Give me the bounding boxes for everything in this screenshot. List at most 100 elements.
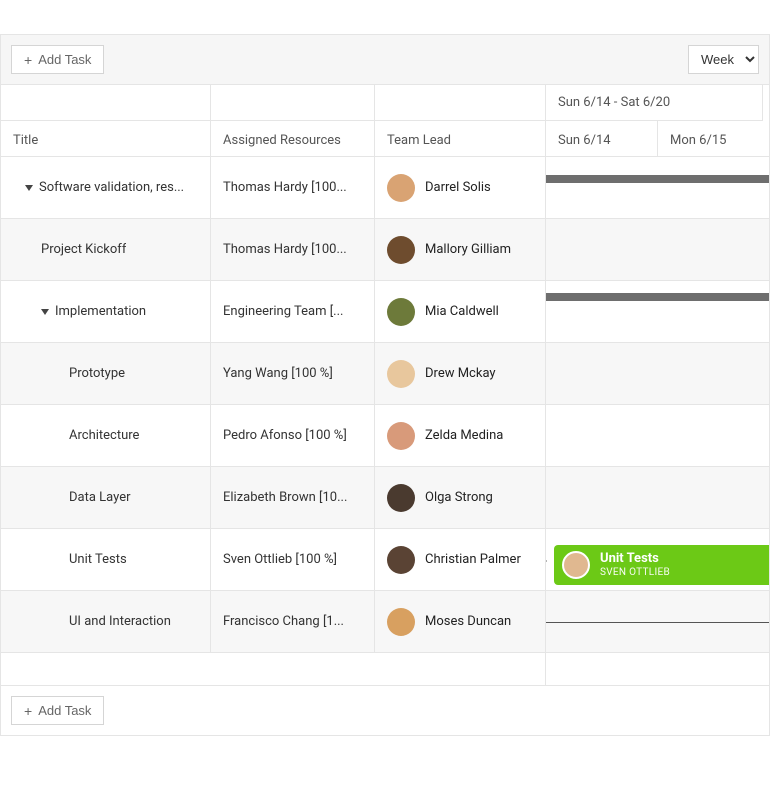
assigned-text: Elizabeth Brown [10... — [223, 490, 347, 505]
plus-icon: + — [24, 704, 32, 718]
table-row[interactable]: Software validation, res... Thomas Hardy … — [1, 157, 545, 219]
timeline-range: Sun 6/14 - Sat 6/20 — [546, 85, 763, 121]
timeline-row[interactable]: Unit TestsSVEN OTTLIEB — [546, 529, 769, 591]
assigned-cell[interactable]: Francisco Chang [1... — [211, 591, 375, 652]
lead-name: Mia Caldwell — [425, 304, 499, 319]
avatar — [387, 174, 415, 202]
col-header-title[interactable]: Title — [1, 121, 210, 156]
lead-cell[interactable]: Christian Palmer — [375, 529, 545, 590]
assigned-cell[interactable]: Thomas Hardy [100... — [211, 219, 375, 280]
expand-icon[interactable] — [25, 185, 33, 191]
timeline-row[interactable] — [546, 467, 769, 529]
assigned-text: Francisco Chang [1... — [223, 614, 344, 629]
add-task-label-bottom: Add Task — [38, 703, 91, 718]
add-task-button-bottom[interactable]: + Add Task — [11, 696, 104, 725]
avatar — [387, 422, 415, 450]
title-cell[interactable]: Implementation — [1, 281, 211, 342]
avatar — [387, 236, 415, 264]
lead-cell[interactable]: Zelda Medina — [375, 405, 545, 466]
avatar — [387, 360, 415, 388]
lead-name: Drew Mckay — [425, 366, 496, 381]
table-row[interactable]: Implementation Engineering Team [... Mia C… — [1, 281, 545, 343]
task-title: Prototype — [69, 366, 125, 381]
assigned-text: Sven Ottlieb [100 %] — [223, 552, 337, 567]
assigned-cell[interactable]: Sven Ottlieb [100 %] — [211, 529, 375, 590]
lead-cell[interactable]: Darrel Solis — [375, 157, 545, 218]
task-title: Project Kickoff — [41, 242, 126, 257]
add-task-label: Add Task — [38, 52, 91, 67]
timeline-rows: Unit TestsSVEN OTTLIEB — [546, 157, 769, 653]
title-cell[interactable]: Project Kickoff — [1, 219, 211, 280]
summary-bar[interactable] — [546, 175, 769, 183]
table-row[interactable]: Prototype Yang Wang [100 %] Drew Mckay — [1, 343, 545, 405]
task-title: Software validation, res... — [39, 180, 184, 195]
col-header-assigned[interactable]: Assigned Resources — [211, 121, 374, 156]
lead-cell[interactable]: Mallory Gilliam — [375, 219, 545, 280]
title-cell[interactable]: Prototype — [1, 343, 211, 404]
title-cell[interactable]: Data Layer — [1, 467, 211, 528]
timeline-row[interactable] — [546, 591, 769, 653]
lead-name: Zelda Medina — [425, 428, 503, 443]
lead-name: Christian Palmer — [425, 552, 521, 567]
timeline-row[interactable] — [546, 343, 769, 405]
assigned-text: Pedro Afonso [100 %] — [223, 428, 347, 443]
assigned-cell[interactable]: Engineering Team [... — [211, 281, 375, 342]
lead-cell[interactable]: Moses Duncan — [375, 591, 545, 652]
table-row[interactable]: Project Kickoff Thomas Hardy [100... Mallo… — [1, 219, 545, 281]
bottom-toolbar: + Add Task — [0, 686, 770, 736]
timeline-panel: Sun 6/14 - Sat 6/20 Sun 6/14Mon 6/15 Uni… — [545, 85, 769, 685]
title-cell[interactable]: Architecture — [1, 405, 211, 466]
left-rows: Software validation, res... Thomas Hardy … — [1, 157, 545, 653]
top-toolbar: + Add Task Week — [0, 34, 770, 85]
timeline-row[interactable] — [546, 157, 769, 219]
assigned-text: Engineering Team [... — [223, 304, 343, 319]
timeline-day: Mon 6/15 — [658, 121, 769, 156]
view-select[interactable]: Week — [688, 45, 759, 74]
avatar — [387, 546, 415, 574]
plus-icon: + — [24, 53, 32, 67]
assigned-text: Thomas Hardy [100... — [223, 242, 347, 257]
avatar — [387, 298, 415, 326]
lead-cell[interactable]: Olga Strong — [375, 467, 545, 528]
task-title: UI and Interaction — [69, 614, 171, 629]
timeline-row[interactable] — [546, 281, 769, 343]
lead-name: Darrel Solis — [425, 180, 491, 195]
avatar — [387, 608, 415, 636]
left-panel: Title Assigned Resources Team Lead Softw… — [1, 85, 545, 685]
assigned-text: Thomas Hardy [100... — [223, 180, 347, 195]
table-row[interactable]: Unit Tests Sven Ottlieb [100 %] Christian … — [1, 529, 545, 591]
table-row[interactable]: UI and Interaction Francisco Chang [1... M… — [1, 591, 545, 653]
add-task-button[interactable]: + Add Task — [11, 45, 104, 74]
assigned-text: Yang Wang [100 %] — [223, 366, 333, 381]
table-row[interactable]: Architecture Pedro Afonso [100 %] Zelda Me… — [1, 405, 545, 467]
task-title: Implementation — [55, 304, 146, 319]
title-cell[interactable]: UI and Interaction — [1, 591, 211, 652]
dependency-line — [545, 622, 769, 623]
avatar — [387, 484, 415, 512]
lead-name: Moses Duncan — [425, 614, 511, 629]
expand-icon[interactable] — [41, 309, 49, 315]
lead-name: Olga Strong — [425, 490, 493, 505]
milestone-tick — [545, 369, 546, 379]
task-bar-subtitle: SVEN OTTLIEB — [600, 567, 670, 578]
dependency-arrow-icon — [545, 556, 547, 566]
timeline-row[interactable] — [546, 219, 769, 281]
assigned-cell[interactable]: Elizabeth Brown [10... — [211, 467, 375, 528]
summary-bar[interactable] — [546, 293, 769, 301]
avatar — [562, 551, 590, 579]
task-bar[interactable]: Unit TestsSVEN OTTLIEB — [554, 545, 769, 585]
timeline-day-headers: Sun 6/14Mon 6/15 — [546, 121, 769, 157]
assigned-cell[interactable]: Thomas Hardy [100... — [211, 157, 375, 218]
title-cell[interactable]: Software validation, res... — [1, 157, 211, 218]
table-row[interactable]: Data Layer Elizabeth Brown [10... Olga Str… — [1, 467, 545, 529]
title-cell[interactable]: Unit Tests — [1, 529, 211, 590]
lead-cell[interactable]: Drew Mckay — [375, 343, 545, 404]
col-header-lead[interactable]: Team Lead — [375, 121, 545, 156]
assigned-cell[interactable]: Pedro Afonso [100 %] — [211, 405, 375, 466]
task-title: Architecture — [69, 428, 139, 443]
lead-cell[interactable]: Mia Caldwell — [375, 281, 545, 342]
task-title: Unit Tests — [69, 552, 127, 567]
timeline-row[interactable] — [546, 405, 769, 467]
assigned-cell[interactable]: Yang Wang [100 %] — [211, 343, 375, 404]
lead-name: Mallory Gilliam — [425, 242, 511, 257]
